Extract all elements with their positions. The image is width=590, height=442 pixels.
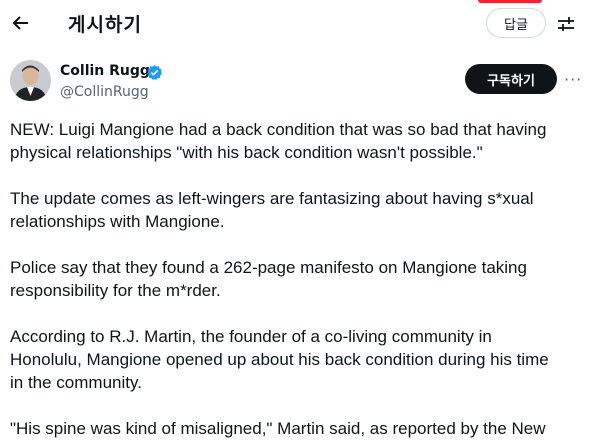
top-bar: 게시하기 답글 <box>0 0 590 48</box>
verified-badge-icon <box>147 65 162 81</box>
tweet-line: The update comes as left-wingers are fan… <box>10 189 534 208</box>
avatar[interactable] <box>10 60 51 101</box>
back-button[interactable] <box>8 8 34 38</box>
tweet-line: Police say that they found a 262-page ma… <box>10 258 527 277</box>
avatar-image <box>10 60 51 101</box>
sliders-icon[interactable] <box>556 14 576 34</box>
tweet-line: relationships with Mangione. <box>10 212 225 231</box>
page-title: 게시하기 <box>68 14 142 36</box>
tweet-line: "His spine was kind of misaligned," Mart… <box>10 419 546 438</box>
tweet-line: NEW: Luigi Mangione had a back condition… <box>10 120 547 139</box>
more-options-icon[interactable]: ··· <box>564 70 582 89</box>
arrow-left-icon <box>12 16 28 30</box>
subscribe-button[interactable]: 구독하기 <box>465 64 557 94</box>
tweet-line: According to R.J. Martin, the founder of… <box>10 327 492 346</box>
reply-button[interactable]: 답글 <box>486 8 546 38</box>
author-handle[interactable]: @CollinRugg <box>60 84 149 100</box>
accent-line <box>478 0 542 3</box>
tweet-line: physical relationships "with his back co… <box>10 143 483 162</box>
tweet-line: in the community. <box>10 373 142 392</box>
author-name[interactable]: Collin Rugg <box>60 63 150 79</box>
tweet-text: NEW: Luigi Mangione had a back condition… <box>10 118 586 440</box>
tweet-line: responsibility for the m*rder. <box>10 281 221 300</box>
tweet-line: Honolulu, Mangione opened up about his b… <box>10 350 549 369</box>
